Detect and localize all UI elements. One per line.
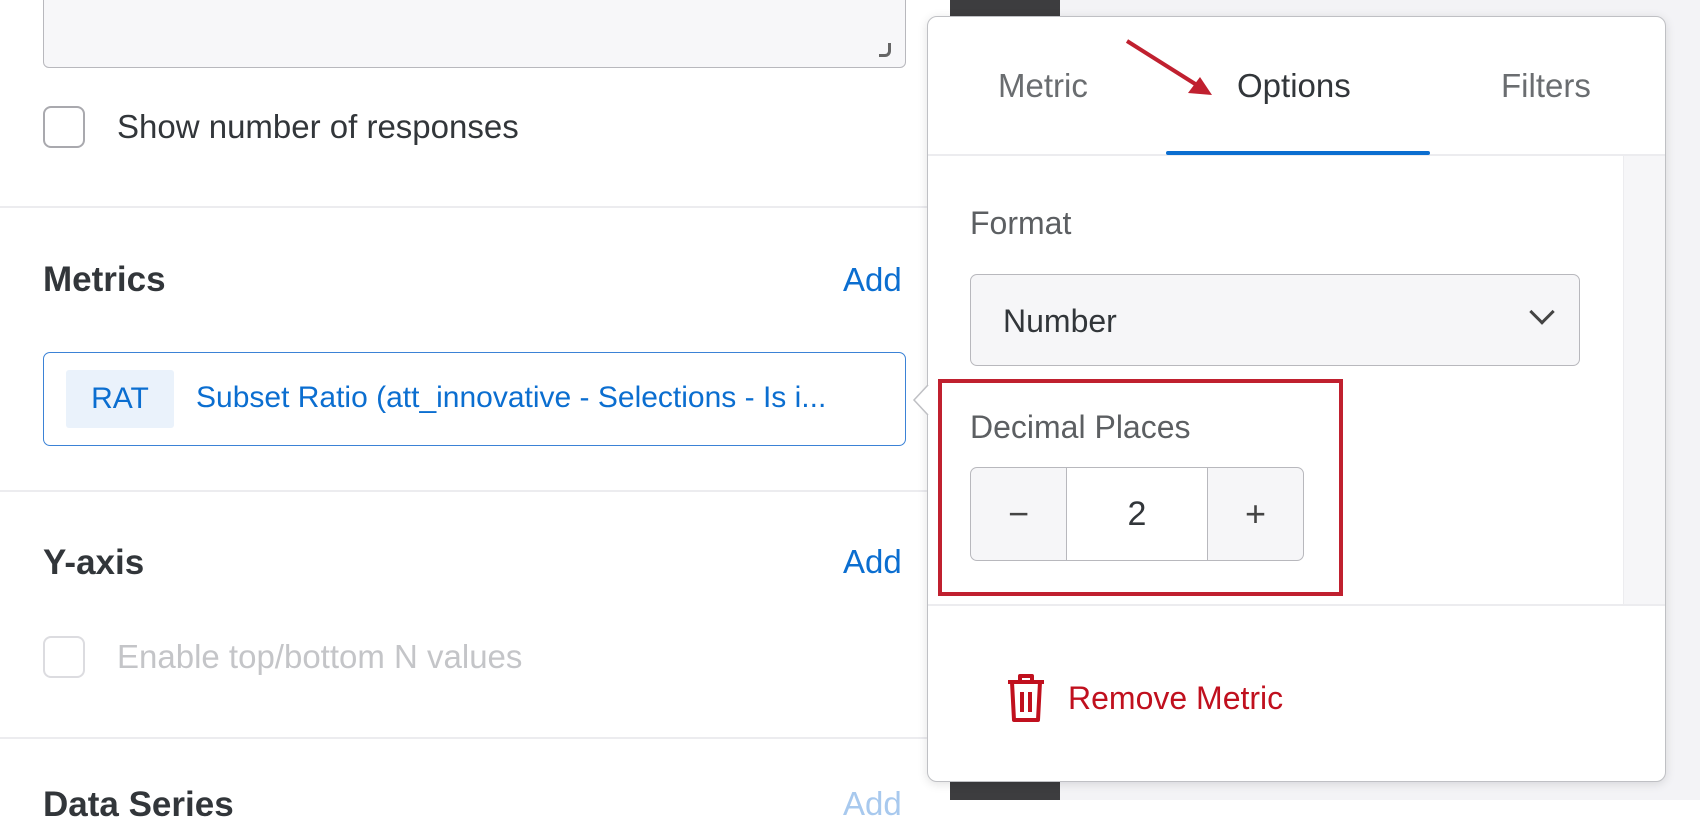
trash-icon — [1004, 672, 1048, 724]
decimal-places-label: Decimal Places — [970, 409, 1191, 446]
y-axis-add-link[interactable]: Add — [843, 543, 902, 581]
format-value: Number — [1003, 303, 1117, 340]
metrics-heading: Metrics — [43, 260, 166, 300]
resize-handle-icon[interactable] — [879, 43, 891, 57]
popover-pointer-icon — [912, 385, 930, 415]
decimal-places-stepper[interactable]: − 2 + — [970, 467, 1304, 561]
show-responses-label: Show number of responses — [117, 108, 519, 146]
decimal-places-value[interactable]: 2 — [1066, 468, 1208, 560]
y-axis-heading: Y-axis — [43, 543, 144, 583]
remove-metric-label: Remove Metric — [1068, 680, 1283, 717]
dark-bar-top — [950, 0, 1060, 16]
metric-item[interactable]: RAT Subset Ratio (att_innovative - Selec… — [43, 352, 906, 446]
data-series-heading: Data Series — [43, 785, 234, 825]
top-bottom-checkbox[interactable] — [43, 636, 85, 678]
tab-metric[interactable]: Metric — [998, 67, 1088, 105]
annotation-arrow-icon — [1120, 35, 1220, 103]
scrollbar[interactable] — [1623, 156, 1665, 605]
format-label: Format — [970, 205, 1071, 242]
metric-options-popover: Metric Options Filters Format Number Dec… — [927, 16, 1666, 782]
format-select[interactable]: Number — [970, 274, 1580, 366]
show-responses-checkbox[interactable] — [43, 106, 85, 148]
dark-bar-bottom — [950, 782, 1060, 800]
tab-filters[interactable]: Filters — [1501, 67, 1591, 105]
top-bottom-label: Enable top/bottom N values — [117, 638, 522, 676]
divider — [0, 737, 927, 739]
data-series-add-link[interactable]: Add — [843, 785, 902, 823]
active-tab-indicator — [1166, 151, 1430, 155]
divider — [0, 490, 927, 492]
decrement-button[interactable]: − — [971, 468, 1066, 560]
metrics-add-link[interactable]: Add — [843, 261, 902, 299]
divider — [0, 206, 927, 208]
tab-options[interactable]: Options — [1237, 67, 1351, 105]
increment-button[interactable]: + — [1208, 468, 1303, 560]
remove-metric-button[interactable]: Remove Metric — [1004, 672, 1283, 724]
metric-type-badge: RAT — [66, 370, 174, 428]
divider — [928, 604, 1665, 606]
metric-label: Subset Ratio (att_innovative - Selection… — [196, 381, 826, 415]
text-area[interactable] — [43, 0, 906, 68]
chevron-down-icon — [1529, 299, 1554, 324]
